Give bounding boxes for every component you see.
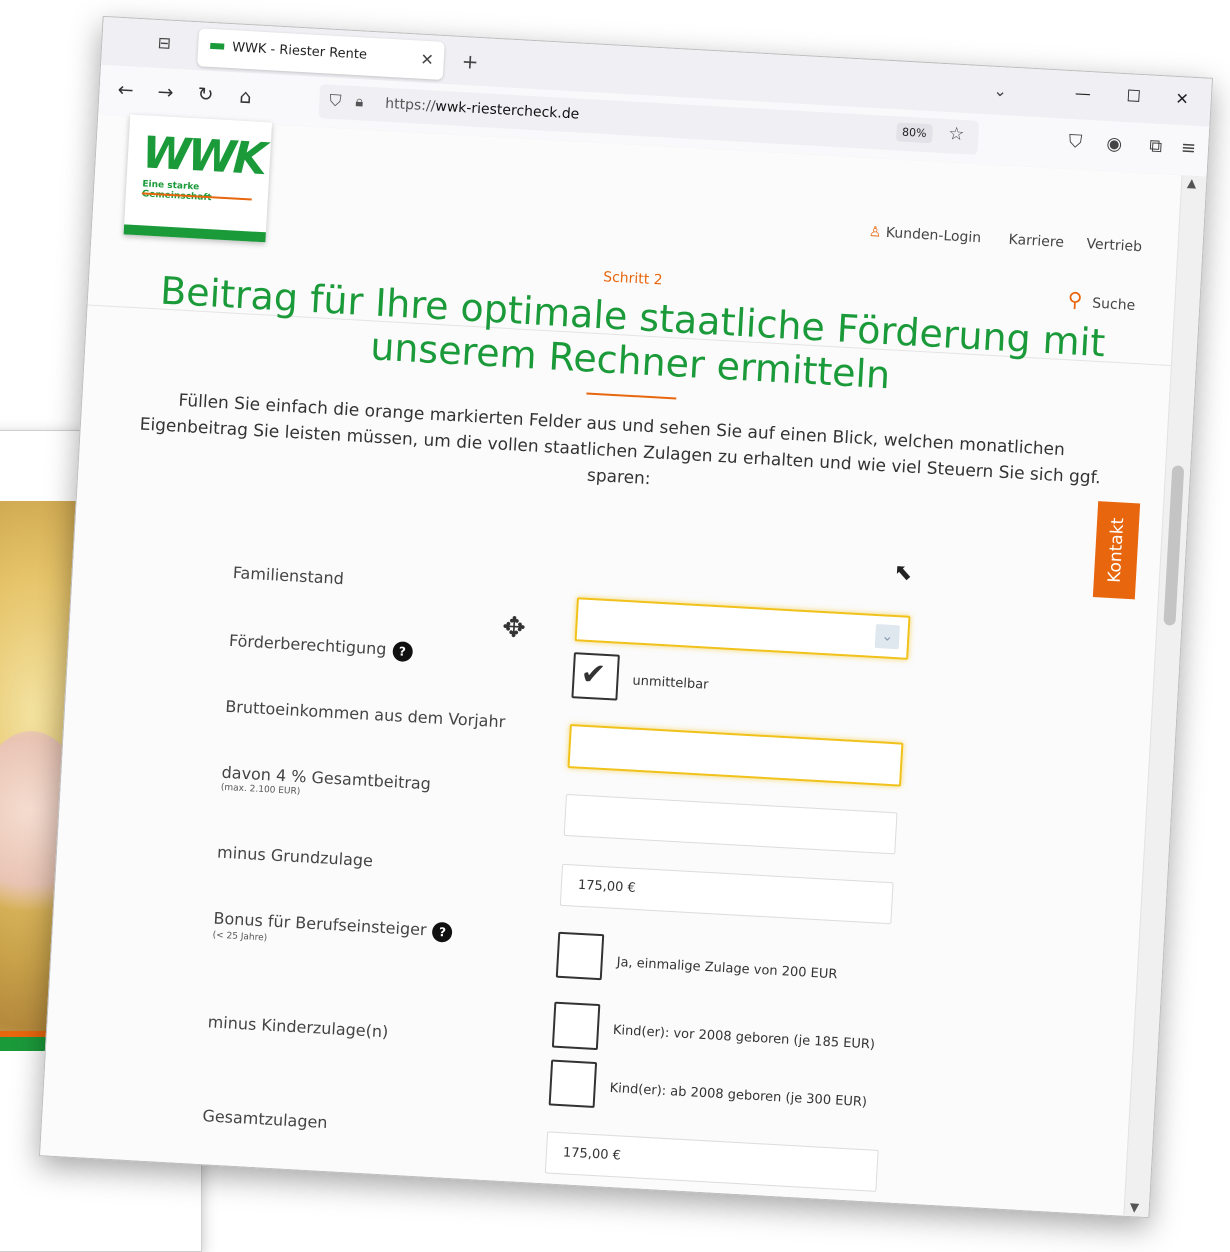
grundzulage-value: 175,00 € — [577, 877, 637, 896]
gesamtbeitrag-field — [563, 793, 898, 855]
grundzulage-field: 175,00 € — [559, 863, 894, 925]
brutto-label: Bruttoeinkommen aus dem Vorjahr — [224, 696, 506, 732]
reload-icon[interactable]: ↻ — [193, 82, 218, 107]
maximize-icon[interactable]: ☐ — [1126, 86, 1141, 106]
shield-icon[interactable]: ⛉ — [329, 91, 342, 112]
grundzulage-label: minus Grundzulage — [216, 842, 374, 871]
intro-text: Füllen Sie einfach die orange markierten… — [139, 390, 1102, 490]
gesamtbeitrag-label: davon 4 % Gesamtbeitrag (max. 2.100 EUR) — [221, 763, 432, 805]
lock-icon[interactable]: 🔒︎ — [355, 92, 364, 110]
kinder-ab-2008-checkbox[interactable] — [548, 1059, 598, 1109]
nav-kunden-login[interactable]: ♙ Kunden-Login — [868, 224, 981, 246]
chevron-down-icon[interactable]: ⌄ — [874, 623, 900, 650]
zoom-badge[interactable]: 80% — [895, 122, 933, 144]
checkmark-icon: ✔ — [579, 656, 607, 693]
familienstand-select[interactable]: ⌄ — [574, 597, 911, 660]
bonus-option: Ja, einmalige Zulage von 200 EUR — [616, 955, 838, 983]
favicon-icon — [210, 42, 225, 50]
back-icon[interactable]: ← — [113, 78, 138, 103]
nav-vertrieb[interactable]: Vertrieb — [1086, 236, 1142, 255]
menu-icon[interactable]: ≡ — [1180, 137, 1196, 159]
gesamtzulagen-value: 175,00 € — [562, 1145, 622, 1164]
move-icon: ✥ — [501, 610, 527, 645]
new-tab-icon[interactable]: + — [461, 49, 479, 74]
close-window-icon[interactable]: ✕ — [1175, 89, 1189, 109]
account-icon[interactable]: ◉ — [1106, 133, 1123, 155]
user-icon: ♙ — [868, 223, 882, 241]
pocket-icon[interactable]: ⛉ — [1068, 131, 1083, 153]
minimize-icon[interactable]: — — [1074, 83, 1091, 103]
browser-window: ⊟ WWK - Riester Rente ✕ + ← → ↻ ⌂ ⛉ 🔒︎ h… — [38, 15, 1214, 1219]
scroll-up-icon[interactable]: ▲ — [1187, 176, 1197, 190]
kinderzulage-label: minus Kinderzulage(n) — [207, 1012, 389, 1042]
chevron-down-icon[interactable]: ⌄ — [993, 81, 1007, 101]
forward-icon[interactable]: → — [153, 80, 178, 105]
nav-label: Kunden-Login — [885, 224, 982, 247]
bookmark-star-icon[interactable]: ☆ — [948, 123, 965, 145]
foerderberechtigung-checkbox[interactable]: ✔ — [571, 652, 620, 701]
help-icon[interactable]: ? — [431, 921, 454, 943]
tab-title: WWK - Riester Rente — [231, 40, 368, 63]
mouse-cursor-icon: ⬉ — [893, 559, 914, 586]
kinder-vor-2008-option: Kind(er): vor 2008 geboren (je 185 EUR) — [612, 1022, 876, 1053]
bonus-label: Bonus für Berufseinsteiger? (< 25 Jahre) — [212, 908, 454, 953]
wwk-logo[interactable]: WWK Eine starke Gemeinschaft — [123, 114, 273, 243]
scroll-thumb[interactable] — [1163, 465, 1185, 626]
nav-karriere[interactable]: Karriere — [1008, 232, 1064, 251]
help-icon[interactable]: ? — [391, 640, 413, 662]
kinder-vor-2008-checkbox[interactable] — [551, 1001, 601, 1051]
foerderberechtigung-option: unmittelbar — [632, 673, 709, 693]
foerderberechtigung-label: Förderberechtigung? — [228, 631, 413, 662]
page-title: Beitrag für Ihre optimale staatliche För… — [159, 268, 1107, 398]
title-underline — [586, 392, 677, 400]
tab-list-icon[interactable]: ⊟ — [154, 33, 175, 53]
brutto-input[interactable] — [567, 724, 904, 787]
url-text[interactable]: https://wwk-riestercheck.de — [385, 96, 580, 123]
web-page: WWK Eine starke Gemeinschaft ♙ Kunden-Lo… — [40, 114, 1183, 1216]
kinder-ab-2008-option: Kind(er): ab 2008 geboren (je 300 EUR) — [609, 1080, 868, 1111]
home-icon[interactable]: ⌂ — [233, 84, 258, 109]
scroll-down-icon[interactable]: ▼ — [1129, 1200, 1139, 1214]
gesamtzulagen-field: 175,00 € — [544, 1131, 879, 1192]
gesamtzulagen-label: Gesamtzulagen — [201, 1106, 329, 1133]
familienstand-label: Familienstand — [232, 563, 345, 589]
bonus-checkbox[interactable] — [555, 931, 605, 981]
extensions-icon[interactable]: ⧉ — [1149, 135, 1163, 157]
logo-text: WWK — [140, 127, 266, 186]
close-tab-icon[interactable]: ✕ — [420, 50, 434, 70]
